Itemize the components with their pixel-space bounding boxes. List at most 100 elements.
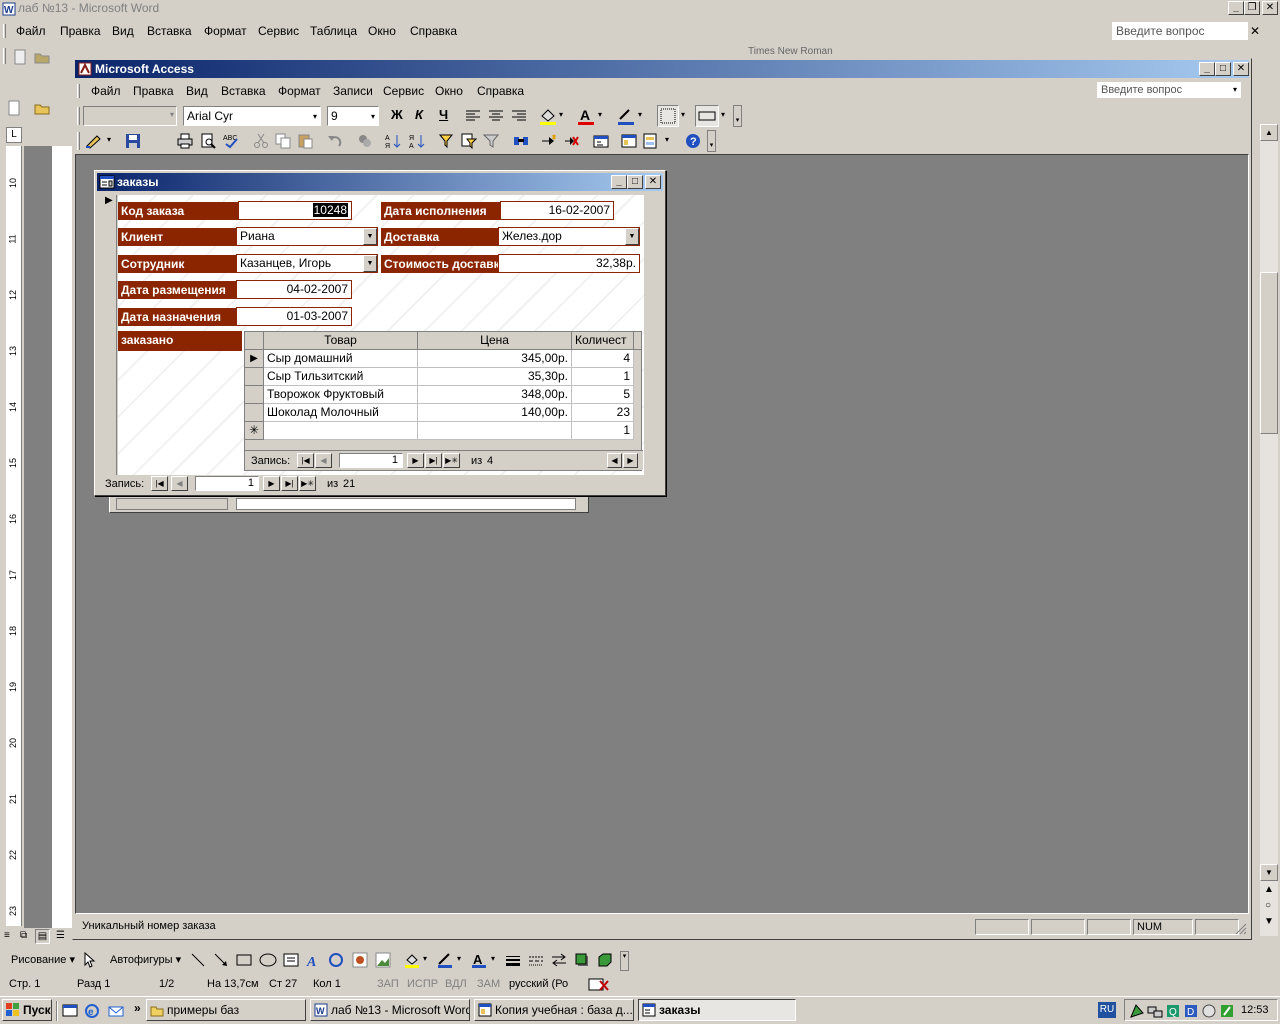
form-prev-record-button[interactable]: ◀ bbox=[171, 476, 188, 491]
filter-by-form-icon[interactable] bbox=[461, 133, 477, 149]
column-header-quantity[interactable]: Количест bbox=[572, 332, 634, 350]
tray-antivirus-icon[interactable]: D bbox=[1183, 1003, 1199, 1019]
form-new-record-button[interactable]: ▶✳ bbox=[299, 476, 316, 491]
font-name-arrow-icon[interactable]: ▾ bbox=[313, 108, 317, 126]
form-first-record-button[interactable]: |◀ bbox=[151, 476, 168, 491]
done-date-field[interactable]: 16-02-2007 bbox=[500, 201, 614, 220]
word-menu-tools[interactable]: Сервис bbox=[258, 24, 299, 38]
delivery-dropdown-icon[interactable]: ▼ bbox=[625, 228, 639, 245]
drawing-menu-button[interactable]: Рисование ▾ bbox=[11, 953, 75, 966]
rectangle-tool-icon[interactable] bbox=[236, 952, 252, 968]
oval-tool-icon[interactable] bbox=[259, 952, 277, 968]
object-combo[interactable]: ▾ bbox=[83, 106, 177, 126]
scroll-down-button[interactable]: ▼ bbox=[1260, 864, 1278, 881]
show-desktop-icon[interactable] bbox=[62, 1003, 78, 1019]
word-vertical-scrollbar[interactable]: ▲ ▼ ▲ ○ ▼ bbox=[1260, 124, 1278, 936]
table-cell[interactable]: 140,00р. bbox=[418, 404, 572, 422]
textbox-tool-icon[interactable] bbox=[283, 952, 299, 968]
column-header-product[interactable]: Товар bbox=[264, 332, 418, 350]
access-ask-question-input[interactable]: Введите вопрос bbox=[1097, 82, 1241, 98]
table-cell[interactable]: Сыр домашний bbox=[264, 350, 418, 368]
font-size-combo[interactable]: 9 ▾ bbox=[327, 106, 379, 126]
save-icon[interactable] bbox=[125, 133, 141, 149]
taskbar-item-examples-folder[interactable]: примеры баз bbox=[146, 999, 306, 1021]
subform-last-record-button[interactable]: ▶| bbox=[425, 453, 442, 468]
table-cell[interactable]: 23 bbox=[572, 404, 634, 422]
line-color-dropdown-icon[interactable]: ▾ bbox=[457, 954, 461, 963]
view-dropdown-icon[interactable]: ▾ bbox=[107, 135, 111, 144]
tray-app-icon-1[interactable] bbox=[1129, 1003, 1145, 1019]
employee-dropdown-icon[interactable]: ▼ bbox=[363, 255, 377, 272]
tray-volume-icon[interactable] bbox=[1201, 1003, 1217, 1019]
delivery-combo[interactable]: Желез.дор ▼ bbox=[498, 227, 640, 246]
print-layout-view-icon[interactable]: ▤ bbox=[35, 929, 50, 944]
special-effect-button[interactable] bbox=[695, 105, 719, 127]
tray-app-icon-2[interactable]: Q bbox=[1165, 1003, 1181, 1019]
word-close-button[interactable]: ✕ bbox=[1262, 1, 1278, 15]
fill-back-color-arrow-icon[interactable]: ▾ bbox=[559, 110, 563, 119]
toolbar-options-icon[interactable]: ▾ bbox=[620, 951, 629, 971]
word-menu-table[interactable]: Таблица bbox=[310, 24, 357, 38]
start-button[interactable]: Пуск bbox=[2, 999, 52, 1021]
subform-scroll-left-button[interactable]: ◀ bbox=[607, 453, 622, 468]
clipart-icon[interactable] bbox=[352, 952, 368, 968]
table-cell[interactable]: 1 bbox=[572, 368, 634, 386]
help-icon[interactable]: ? bbox=[685, 133, 701, 149]
record-selector-bar[interactable]: ▶ bbox=[99, 195, 117, 475]
autoshapes-menu-button[interactable]: Автофигуры ▾ bbox=[110, 953, 181, 966]
line-border-color-icon[interactable] bbox=[617, 107, 635, 125]
line-tool-icon[interactable] bbox=[190, 952, 206, 968]
font-color-dropdown-icon[interactable]: ▾ bbox=[491, 954, 495, 963]
table-cell[interactable]: 5 bbox=[572, 386, 634, 404]
table-cell[interactable]: Сыр Тильзитский bbox=[264, 368, 418, 386]
form-maximize-button[interactable]: □ bbox=[627, 175, 643, 189]
tray-app-icon-3[interactable] bbox=[1219, 1003, 1235, 1019]
spelling-status-icon[interactable] bbox=[588, 977, 610, 993]
employee-combo[interactable]: Казанцев, Игорь ▼ bbox=[236, 254, 378, 273]
fill-back-color-icon[interactable] bbox=[539, 107, 557, 125]
form-close-button[interactable]: ✕ bbox=[645, 175, 661, 189]
browse-object-icon[interactable]: ○ bbox=[1265, 900, 1271, 911]
form-minimize-button[interactable]: _ bbox=[611, 175, 627, 189]
taskbar-item-orders-form[interactable]: заказы bbox=[638, 999, 796, 1021]
internet-explorer-icon[interactable]: e bbox=[84, 1003, 100, 1019]
fill-color-icon[interactable] bbox=[404, 952, 420, 968]
row-selector-current[interactable]: ▶ bbox=[245, 350, 264, 368]
open-folder-icon[interactable] bbox=[34, 49, 50, 65]
word-menu-edit[interactable]: Правка bbox=[60, 24, 101, 38]
word-menu-insert[interactable]: Вставка bbox=[147, 24, 192, 38]
row-selector[interactable] bbox=[245, 404, 264, 422]
new-object-icon[interactable] bbox=[643, 133, 659, 149]
next-page-icon[interactable]: ▼ bbox=[1264, 916, 1274, 927]
delivery-cost-field[interactable]: 32,38р. bbox=[498, 254, 640, 273]
client-dropdown-icon[interactable]: ▼ bbox=[363, 228, 377, 245]
placed-date-field[interactable]: 04-02-2007 bbox=[236, 280, 352, 299]
word-close-doc-icon[interactable]: ✕ bbox=[1250, 24, 1260, 38]
wordart-icon[interactable]: A bbox=[306, 952, 322, 968]
taskbar-item-access-database[interactable]: Копия учебная : база д... bbox=[474, 999, 634, 1021]
table-cell[interactable]: 4 bbox=[572, 350, 634, 368]
table-cell[interactable]: Шоколад Молочный bbox=[264, 404, 418, 422]
font-size-arrow-icon[interactable]: ▾ bbox=[371, 108, 375, 126]
assigned-date-field[interactable]: 01-03-2007 bbox=[236, 307, 352, 326]
word-menu-format[interactable]: Формат bbox=[204, 24, 247, 38]
underline-button-icon[interactable]: Ч bbox=[439, 107, 448, 122]
table-cell[interactable]: 348,00р. bbox=[418, 386, 572, 404]
outline-view-icon[interactable]: ☰ bbox=[56, 930, 65, 941]
subform-first-record-button[interactable]: |◀ bbox=[297, 453, 314, 468]
access-menu-view[interactable]: Вид bbox=[186, 84, 208, 98]
status-overtype[interactable]: ЗАМ bbox=[474, 977, 508, 993]
access-maximize-button[interactable]: □ bbox=[1215, 62, 1231, 76]
italic-button-icon[interactable]: К bbox=[415, 107, 423, 122]
bold-button-icon[interactable]: Ж bbox=[391, 107, 403, 122]
apply-filter-icon[interactable] bbox=[483, 133, 499, 149]
align-center-icon[interactable] bbox=[488, 108, 504, 124]
word-ask-question-input[interactable]: Введите вопрос bbox=[1112, 22, 1248, 40]
shadow-style-icon[interactable] bbox=[574, 952, 590, 968]
line-width-button[interactable] bbox=[657, 105, 679, 127]
copy-icon[interactable] bbox=[275, 133, 291, 149]
order-code-field[interactable]: 10248 bbox=[238, 201, 352, 220]
cut-icon[interactable] bbox=[253, 133, 269, 149]
font-fore-color-arrow-icon[interactable]: ▾ bbox=[598, 110, 602, 119]
subform-prev-record-button[interactable]: ◀ bbox=[315, 453, 332, 468]
